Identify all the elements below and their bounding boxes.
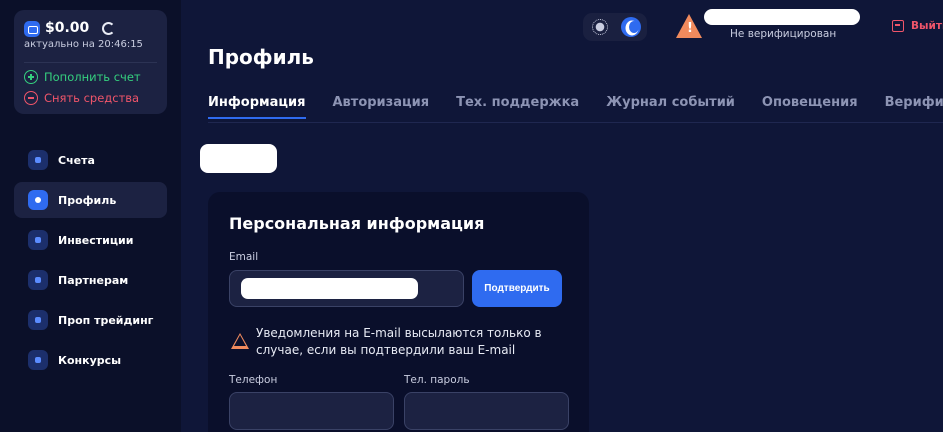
sidebar-item-partners[interactable]: Партнерам [14, 262, 167, 298]
home-icon [28, 150, 48, 170]
email-notice: Уведомления на E-mail высылаются только … [256, 326, 542, 357]
sidebar-item-prop-trading[interactable]: Проп трейдинг [14, 302, 167, 338]
sidebar-item-label: Партнерам [58, 273, 129, 287]
sidebar-item-accounts[interactable]: Счета [14, 142, 167, 178]
rocket-icon [28, 230, 48, 250]
minus-circle-icon [24, 91, 38, 105]
refresh-icon[interactable] [102, 22, 115, 35]
gift-icon [28, 350, 48, 370]
sidebar-item-label: Профиль [58, 193, 117, 207]
phone-password-label: Тел. пароль [404, 374, 470, 386]
sidebar-item-label: Проп трейдинг [58, 313, 154, 327]
card-icon [28, 270, 48, 290]
logout-label: Выйти [911, 20, 943, 32]
moon-icon[interactable] [621, 17, 641, 37]
email-field[interactable] [229, 270, 464, 307]
personal-info-card: Персональная информация Email Подтвердит… [208, 192, 589, 432]
page-title: Профиль [208, 45, 314, 69]
email-value-redacted [241, 278, 418, 299]
logout-button[interactable]: Выйти [892, 20, 943, 32]
sidebar-item-label: Инвестиции [58, 233, 134, 247]
sidebar-item-label: Счета [58, 153, 95, 167]
confirm-email-button[interactable]: Подтвердить [472, 270, 562, 307]
verification-status: Не верифицирован [730, 28, 837, 40]
user-name-redacted [704, 9, 860, 25]
sidebar-nav: Счета Профиль Инвестиции Партнерам Проп … [14, 142, 167, 382]
warning-icon [231, 333, 249, 349]
sidebar-item-profile[interactable]: Профиль [14, 182, 167, 218]
phone-password-field[interactable] [404, 392, 569, 430]
profile-tabs: Информация Авторизация Тех. поддержка Жу… [208, 95, 943, 119]
balance-amount: $0.00 [45, 20, 90, 36]
logout-icon [892, 20, 904, 32]
phone-label: Телефон [229, 374, 278, 386]
theme-toggle[interactable] [583, 13, 647, 41]
wallet-icon [24, 21, 40, 37]
email-label: Email [229, 251, 259, 263]
redacted-badge [200, 144, 277, 173]
sidebar-item-contests[interactable]: Конкурсы [14, 342, 167, 378]
withdraw-label: Снять средства [44, 91, 140, 105]
tabs-divider [208, 122, 943, 123]
divider [24, 62, 157, 63]
withdraw-button[interactable]: Снять средства [24, 91, 139, 105]
tab-authorization[interactable]: Авторизация [333, 95, 430, 110]
plus-circle-icon [24, 70, 38, 84]
sidebar: $0.00 актуально на 20:46:15 Пополнить сч… [0, 0, 181, 432]
tab-notifications[interactable]: Оповещения [762, 95, 858, 110]
sidebar-item-label: Конкурсы [58, 353, 122, 367]
user-icon [28, 190, 48, 210]
card-title: Персональная информация [229, 214, 485, 233]
tab-support[interactable]: Тех. поддержка [456, 95, 579, 110]
warning-icon: ! [676, 14, 702, 38]
tab-information[interactable]: Информация [208, 95, 306, 119]
balance-updated-time: актуально на 20:46:15 [24, 39, 143, 50]
sun-icon[interactable] [592, 19, 608, 35]
sidebar-item-investments[interactable]: Инвестиции [14, 222, 167, 258]
deposit-button[interactable]: Пополнить счет [24, 70, 141, 84]
deposit-label: Пополнить счет [44, 70, 141, 84]
tab-verification[interactable]: Верификация [885, 95, 943, 110]
tab-event-log[interactable]: Журнал событий [606, 95, 735, 110]
balance-card: $0.00 актуально на 20:46:15 Пополнить сч… [14, 10, 167, 114]
phone-field[interactable] [229, 392, 394, 430]
chart-icon [28, 310, 48, 330]
